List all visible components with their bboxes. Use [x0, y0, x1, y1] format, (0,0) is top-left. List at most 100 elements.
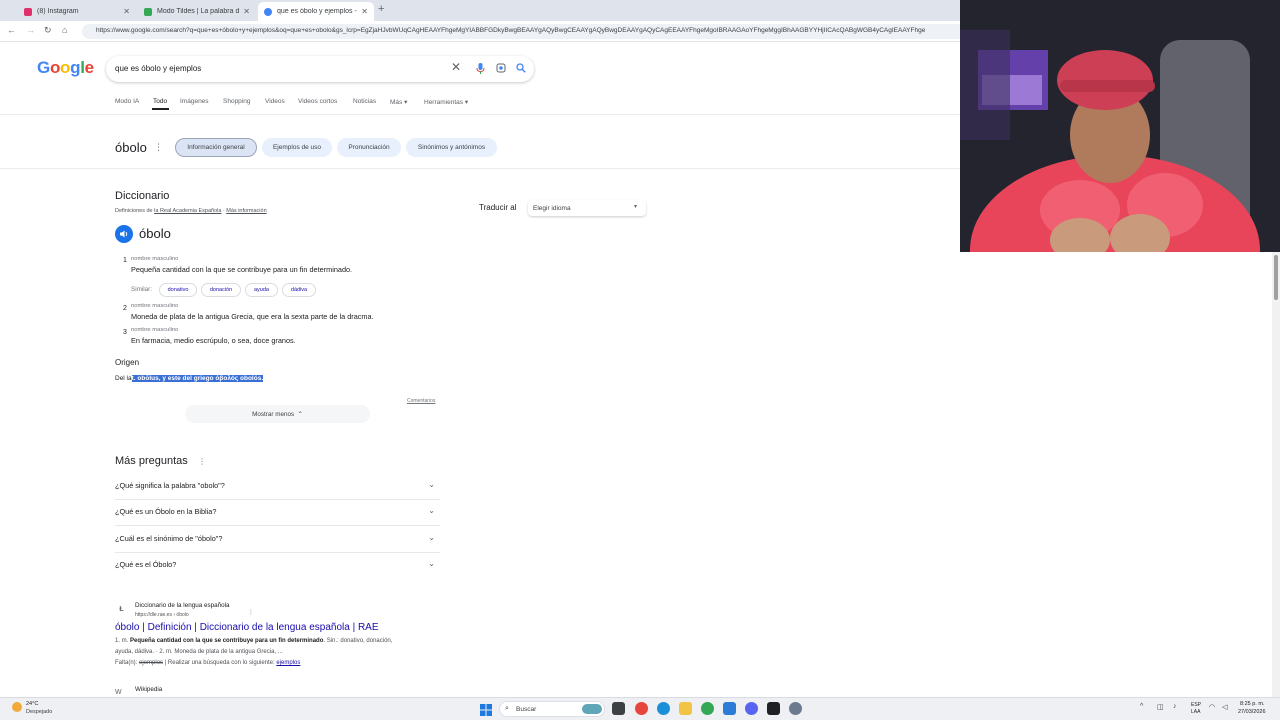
- weather-sun-icon[interactable]: [12, 702, 22, 712]
- microphone-icon[interactable]: ♪: [1173, 703, 1177, 710]
- back-icon[interactable]: ←: [7, 25, 16, 35]
- tab-videos-cortos[interactable]: Videos cortos: [298, 98, 337, 105]
- tab-herramientas[interactable]: Herramientas ▾: [424, 98, 468, 106]
- tab-google-search[interactable]: que es óbolo y ejemplos - Busc ✕: [258, 2, 374, 21]
- wikipedia-icon: W: [115, 689, 122, 696]
- origin-text: Del lat. obŏlus, y este del griego ὀβολό…: [115, 375, 264, 382]
- close-icon[interactable]: ✕: [361, 7, 368, 16]
- speaker-icon[interactable]: [115, 225, 133, 243]
- question-text: ¿Cuál es el sinónimo de "óbolo"?: [115, 534, 223, 543]
- lens-icon[interactable]: [496, 63, 506, 76]
- search-with-link[interactable]: ejemplos: [276, 660, 300, 666]
- chip-pronunciacion[interactable]: Pronunciación: [337, 138, 401, 157]
- clock-date[interactable]: 27/03/2026: [1238, 709, 1266, 715]
- app-icon[interactable]: [635, 702, 648, 715]
- language-select[interactable]: Elegir idioma ▾: [528, 200, 646, 216]
- discord-icon[interactable]: [745, 702, 758, 715]
- webcam-overlay: [960, 0, 1280, 252]
- divider: [0, 114, 960, 115]
- more-questions-title: Más preguntas: [115, 455, 188, 467]
- headword: óbolo: [139, 226, 171, 241]
- logo-letter: o: [60, 58, 71, 77]
- result-title-link[interactable]: óbolo | Definición | Diccionario de la l…: [115, 622, 379, 633]
- search-input[interactable]: que es óbolo y ejemplos: [115, 64, 201, 73]
- more-options-icon[interactable]: ⋮: [248, 609, 254, 616]
- question-text: ¿Qué es el Óbolo?: [115, 560, 177, 569]
- google-logo[interactable]: Google: [37, 58, 94, 78]
- weather-temperature[interactable]: 24°C: [26, 701, 38, 707]
- task-view-icon[interactable]: [612, 702, 625, 715]
- scrollbar[interactable]: [1272, 252, 1280, 697]
- more-options-icon[interactable]: ⋮: [154, 142, 163, 153]
- new-tab-button[interactable]: +: [378, 3, 384, 15]
- webcam-image: [960, 0, 1280, 252]
- more-options-icon[interactable]: ⋮: [198, 457, 206, 466]
- weather-description[interactable]: Despejado: [26, 709, 52, 715]
- tab-modo-ia[interactable]: Modo IA: [115, 98, 139, 105]
- tab-title: (8) Instagram: [37, 8, 79, 15]
- close-icon[interactable]: ✕: [243, 7, 250, 16]
- home-icon[interactable]: ⌂: [62, 25, 67, 35]
- source-prefix: Definiciones de: [115, 208, 155, 214]
- clock-time[interactable]: 8:25 p. m.: [1240, 701, 1264, 707]
- active-tab-underline: [152, 108, 169, 110]
- input-language[interactable]: ESP: [1191, 702, 1201, 708]
- more-info-link[interactable]: Más información: [226, 208, 266, 214]
- origin-prefix: Del la: [115, 375, 132, 382]
- synonym-chip[interactable]: dádiva: [282, 283, 316, 297]
- tab-mas[interactable]: Más ▾: [390, 98, 407, 106]
- tab-videos[interactable]: Videos: [265, 98, 285, 105]
- sense-definition: Pequeña cantidad con la que se contribuy…: [131, 265, 353, 274]
- origin-selected-text: t. obŏlus, y este del griego ὀβολός obol…: [131, 375, 264, 382]
- snippet-part: 1. m.: [115, 638, 131, 644]
- windows-taskbar: 24°C Despejado ⌕ Buscar ^ ◫ ♪ ESP LAA ◠ …: [0, 697, 1280, 720]
- show-less-button[interactable]: Mostrar menos ⌃: [185, 405, 370, 423]
- synonym-chip[interactable]: donativo: [159, 283, 197, 297]
- tab-shopping[interactable]: Shopping: [223, 98, 250, 105]
- chip-informacion-general[interactable]: Información general: [175, 138, 257, 157]
- tab-todo[interactable]: Todo: [153, 98, 167, 105]
- store-icon[interactable]: [723, 702, 736, 715]
- settings-icon[interactable]: [789, 702, 802, 715]
- windows-start-icon[interactable]: [480, 703, 492, 716]
- file-explorer-icon[interactable]: [679, 702, 692, 715]
- question-item[interactable]: ¿Cuál es el sinónimo de "óbolo"? ⌄: [115, 527, 440, 553]
- network-icon[interactable]: ◫: [1157, 703, 1164, 711]
- chrome-icon[interactable]: [701, 702, 714, 715]
- capcut-icon[interactable]: [767, 702, 780, 715]
- close-icon[interactable]: ✕: [123, 7, 130, 16]
- clear-icon[interactable]: ✕: [451, 61, 461, 73]
- chip-ejemplos-de-uso[interactable]: Ejemplos de uso: [262, 138, 332, 157]
- result-site-name[interactable]: Diccionario de la lengua española: [135, 602, 230, 609]
- tab-noticias[interactable]: Noticias: [353, 98, 376, 105]
- input-layout[interactable]: LAA: [1191, 709, 1200, 715]
- question-item[interactable]: ¿Qué significa la palabra "obolo"? ⌄: [115, 474, 440, 500]
- chip-sinonimos-antonimos[interactable]: Sinónimos y antónimos: [406, 138, 497, 157]
- rae-link[interactable]: la Real Academia Española: [154, 208, 221, 214]
- chevron-up-icon[interactable]: ^: [1140, 703, 1143, 710]
- feedback-link[interactable]: Comentarios: [407, 398, 435, 404]
- tab-modo-tildes[interactable]: Modo Tildes | La palabra del d ✕: [138, 2, 256, 21]
- tab-imagenes[interactable]: Imágenes: [180, 98, 209, 105]
- volume-icon[interactable]: ◁: [1222, 703, 1227, 711]
- reload-icon[interactable]: ↻: [44, 25, 52, 36]
- synonym-chip[interactable]: ayuda: [245, 283, 278, 297]
- question-item[interactable]: ¿Qué es un Óbolo en la Biblia? ⌄: [115, 500, 440, 526]
- chevron-down-icon: ⌄: [428, 480, 435, 489]
- question-item[interactable]: ¿Qué es el Óbolo? ⌄: [115, 553, 440, 579]
- tab-instagram[interactable]: (8) Instagram ✕: [18, 2, 136, 21]
- synonym-chip[interactable]: donación: [201, 283, 241, 297]
- rae-favicon-icon: Ł: [119, 606, 124, 613]
- edge-icon[interactable]: [657, 702, 670, 715]
- wifi-icon[interactable]: ◠: [1209, 703, 1215, 711]
- chevron-down-icon: ⌄: [428, 533, 435, 542]
- wikipedia-site-name[interactable]: Wikipedia: [135, 686, 162, 693]
- search-box[interactable]: que es óbolo y ejemplos ✕: [106, 56, 534, 82]
- search-icon: ⌕: [505, 705, 509, 712]
- taskbar-search[interactable]: ⌕ Buscar: [499, 701, 605, 717]
- microphone-icon[interactable]: [476, 63, 485, 77]
- result-url[interactable]: https://dle.rae.es › óbolo: [135, 612, 189, 618]
- search-icon[interactable]: [516, 63, 526, 76]
- forward-icon[interactable]: →: [26, 25, 35, 35]
- scrollbar-thumb[interactable]: [1274, 255, 1278, 300]
